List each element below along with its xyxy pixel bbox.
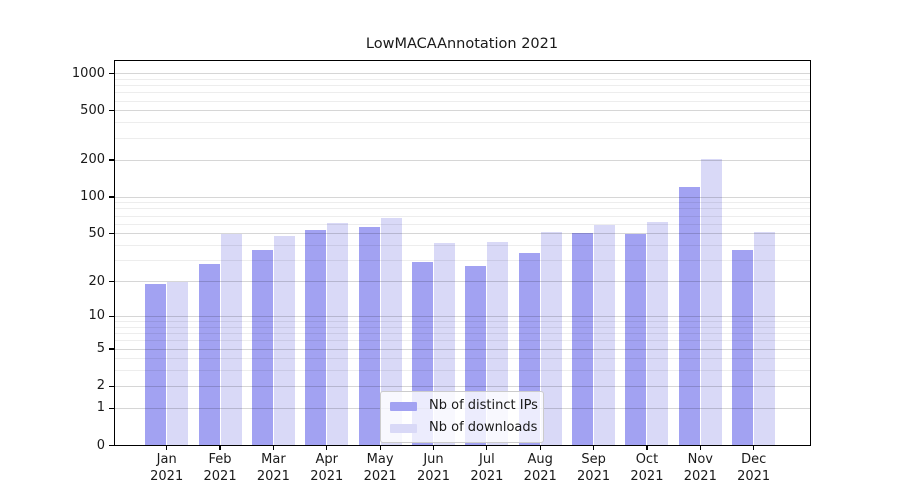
- bar-sep-distinct-ips: [572, 233, 593, 446]
- gridline-major-20: [114, 281, 812, 282]
- gridline-minor-800: [114, 85, 812, 86]
- x-tick-mark-aug: [540, 446, 541, 451]
- gridline-minor-3: [114, 370, 812, 371]
- gridline-minor-300: [114, 138, 812, 139]
- y-tick-label-50: 50: [25, 226, 105, 242]
- x-tick-mark-nov: [700, 446, 701, 451]
- y-tick-label-500: 500: [25, 103, 105, 119]
- gridline-major-5: [114, 349, 812, 350]
- gridline-major-10: [114, 316, 812, 317]
- gridline-minor-8: [114, 327, 812, 328]
- gridline-minor-6: [114, 340, 812, 341]
- bar-sep-downloads: [594, 225, 615, 445]
- x-tick-mark-jan: [166, 446, 167, 451]
- gridline-minor-30: [114, 260, 812, 261]
- bar-apr-downloads: [327, 223, 348, 445]
- chart-figure: LowMACAAnnotation 2021 10005002001005020…: [0, 0, 900, 500]
- gridline-minor-900: [114, 79, 812, 80]
- legend: Nb of distinct IPs Nb of downloads: [380, 391, 544, 443]
- gridline-minor-40: [114, 245, 812, 246]
- gridline-minor-9: [114, 321, 812, 322]
- x-tick-mark-jul: [486, 446, 487, 451]
- x-tick-mark-mar: [273, 446, 274, 451]
- legend-swatch-distinct-ips-icon: [390, 402, 417, 411]
- legend-item-distinct-ips: Nb of distinct IPs: [390, 398, 534, 414]
- bar-feb-distinct-ips: [199, 264, 220, 445]
- gridline-minor-70: [114, 216, 812, 217]
- gridline-minor-90: [114, 202, 812, 203]
- gridline-major-50: [114, 233, 812, 234]
- y-tick-label-5: 5: [25, 341, 105, 357]
- gridline-major-2: [114, 386, 812, 387]
- x-tick-year-dec: 2021: [723, 468, 785, 485]
- y-tick-label-1000: 1000: [25, 66, 105, 82]
- y-tick-label-200: 200: [25, 152, 105, 168]
- gridline-minor-700: [114, 92, 812, 93]
- gridline-major-500: [114, 110, 812, 111]
- gridline-minor-400: [114, 122, 812, 123]
- x-tick-mark-sep: [593, 446, 594, 451]
- y-tick-label-10: 10: [25, 308, 105, 324]
- legend-item-downloads: Nb of downloads: [390, 420, 534, 436]
- gridline-major-100: [114, 197, 812, 198]
- legend-label-downloads: Nb of downloads: [429, 420, 537, 436]
- y-tick-label-1: 1: [25, 400, 105, 416]
- gridline-major-1000: [114, 73, 812, 74]
- x-tick-mark-feb: [219, 446, 220, 451]
- x-tick-mark-jun: [433, 446, 434, 451]
- bar-dec-downloads: [754, 232, 775, 446]
- x-tick-label-dec: Dec2021: [723, 451, 785, 485]
- bar-jan-distinct-ips: [145, 284, 166, 445]
- legend-swatch-downloads-icon: [390, 424, 417, 433]
- y-tick-label-2: 2: [25, 378, 105, 394]
- y-tick-label-100: 100: [25, 189, 105, 205]
- x-tick-mark-may: [380, 446, 381, 451]
- legend-label-distinct-ips: Nb of distinct IPs: [429, 398, 538, 414]
- bar-apr-distinct-ips: [305, 230, 326, 446]
- x-tick-mark-apr: [326, 446, 327, 451]
- gridline-minor-600: [114, 101, 812, 102]
- x-tick-mark-oct: [646, 446, 647, 451]
- y-tick-label-20: 20: [25, 274, 105, 290]
- plot-area: [114, 60, 812, 446]
- chart-title: LowMACAAnnotation 2021: [113, 36, 811, 52]
- gridline-minor-7: [114, 333, 812, 334]
- bar-jan-downloads: [167, 282, 188, 446]
- gridline-minor-60: [114, 224, 812, 225]
- gridline-minor-4: [114, 358, 812, 359]
- y-tick-label-0: 0: [25, 438, 105, 454]
- x-tick-mark-dec: [753, 446, 754, 451]
- gridline-minor-80: [114, 208, 812, 209]
- gridline-major-200: [114, 160, 812, 161]
- y-tick-mark-0: [109, 445, 114, 446]
